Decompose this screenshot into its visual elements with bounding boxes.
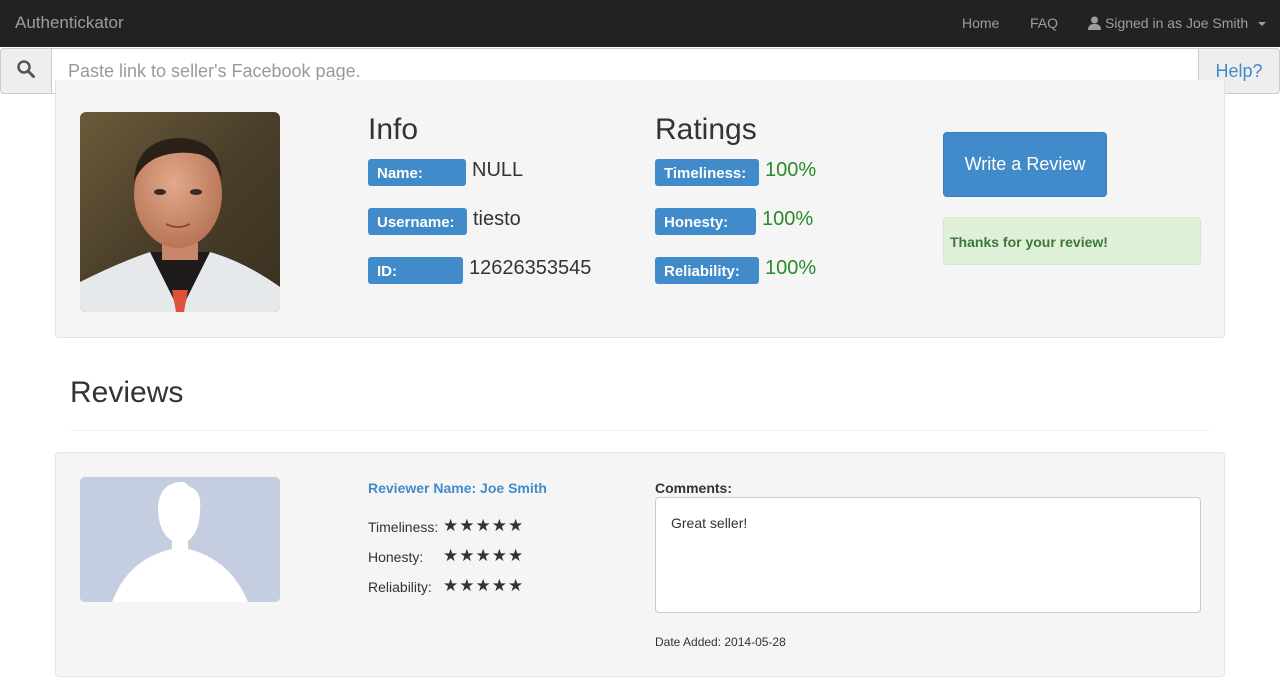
info-value-username: tiesto	[473, 208, 521, 230]
info-label-id: ID:	[368, 257, 463, 284]
info-label-name: Name:	[368, 159, 466, 186]
review-rating-label-honesty: Honesty:	[368, 549, 424, 565]
review-rating-label-reliability: Reliability:	[368, 579, 432, 595]
divider	[70, 430, 1210, 431]
user-icon	[1088, 16, 1101, 30]
comments-box: Great seller!	[655, 497, 1201, 613]
date-added: Date Added: 2014-05-28	[655, 635, 786, 649]
review-stars-honesty: ★★★★★	[443, 546, 525, 565]
rating-label-timeliness: Timeliness:	[655, 159, 759, 186]
info-value-id: 12626353545	[469, 257, 592, 279]
rating-value-timeliness: 100%	[765, 159, 817, 181]
rating-value-honesty: 100%	[762, 208, 814, 230]
navbar: Authentickator Home FAQ Signed in as Joe…	[0, 0, 1280, 47]
info-value-name: NULL	[472, 159, 524, 181]
reviews-heading: Reviews	[70, 376, 184, 409]
reviewer-avatar	[80, 477, 280, 602]
success-alert: Thanks for your review!	[943, 217, 1201, 265]
nav-faq-link[interactable]: FAQ	[1030, 15, 1058, 31]
write-review-button[interactable]: Write a Review	[943, 132, 1107, 197]
rating-value-reliability: 100%	[765, 257, 817, 279]
rating-label-reliability: Reliability:	[655, 257, 759, 284]
review-card: Reviewer Name: Joe Smith Timeliness: ★★★…	[55, 452, 1225, 677]
user-menu-dropdown[interactable]: Signed in as Joe Smith	[1088, 15, 1267, 31]
review-stars-timeliness: ★★★★★	[443, 516, 525, 535]
comment-text: Great seller!	[671, 515, 748, 531]
review-stars-reliability: ★★★★★	[443, 576, 525, 595]
reviewer-name[interactable]: Reviewer Name: Joe Smith	[368, 480, 547, 496]
info-label-username: Username:	[368, 208, 467, 235]
seller-profile-panel: Info Name: NULL Username: tiesto ID: 126…	[55, 80, 1225, 338]
search-icon	[17, 59, 35, 83]
rating-label-honesty: Honesty:	[655, 208, 756, 235]
caret-down-icon	[1258, 22, 1267, 26]
brand-link[interactable]: Authentickator	[15, 13, 124, 33]
user-menu-label: Signed in as Joe Smith	[1105, 15, 1249, 31]
nav-home-link[interactable]: Home	[962, 15, 999, 31]
comments-label: Comments:	[655, 480, 733, 496]
ratings-heading: Ratings	[655, 113, 757, 146]
search-button[interactable]	[0, 48, 52, 94]
info-heading: Info	[368, 113, 419, 146]
review-rating-label-timeliness: Timeliness:	[368, 519, 439, 535]
seller-avatar	[80, 112, 280, 312]
